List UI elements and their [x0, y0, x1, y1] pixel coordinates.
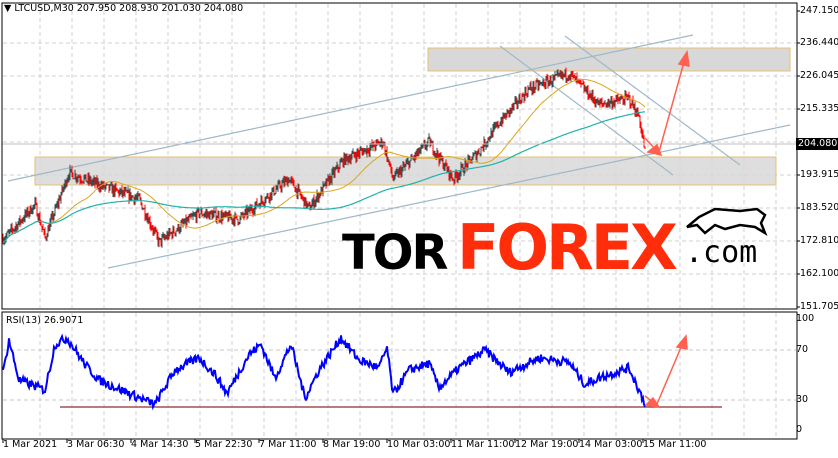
time-tick: 11 Mar 11:00 [451, 439, 515, 450]
low-value: 201.030 [161, 3, 201, 14]
price-tick: 236.440 [800, 37, 838, 48]
rsi-tick: 30 [796, 394, 809, 405]
logo-tor: TOR [342, 225, 449, 281]
rsi-tick: 0 [796, 424, 803, 435]
price-tick: 162.100 [800, 268, 838, 279]
time-tick: 12 Mar 19:00 [515, 439, 579, 450]
symbol-label: LTCUSD,M30 [14, 3, 74, 14]
current-price-label: 204.080 [796, 138, 838, 150]
rsi-tick: 70 [796, 344, 809, 355]
open-value: 207.950 [76, 3, 117, 14]
time-tick: 8 Mar 19:00 [323, 439, 381, 450]
price-tick: 183.520 [800, 202, 838, 213]
rsi-line [2, 333, 646, 411]
price-tick: 226.045 [800, 70, 838, 81]
price-tick: 172.810 [800, 235, 838, 246]
high-value: 208.930 [119, 3, 159, 14]
torforex-logo: TOR FOREX .com [340, 205, 770, 284]
time-tick: 14 Mar 03:00 [579, 439, 643, 450]
time-tick: 3 Mar 06:30 [67, 439, 125, 450]
time-tick: 7 Mar 11:00 [259, 439, 317, 450]
time-tick: 10 Mar 03:00 [387, 439, 451, 450]
dropdown-triangle-icon[interactable]: ▼ [4, 3, 11, 14]
rsi-tick: 100 [796, 313, 815, 324]
time-tick: 4 Mar 14:30 [131, 439, 189, 450]
resistance-zone [427, 47, 791, 72]
time-tick: 1 Mar 2021 [3, 439, 58, 450]
price-tick: 215.335 [800, 103, 838, 114]
rsi-label: RSI(13) 26.9071 [6, 315, 84, 326]
logo-forex: FOREX [457, 211, 678, 284]
close-value: 204.080 [203, 3, 244, 14]
time-tick: 5 Mar 22:30 [195, 439, 253, 450]
forecast-arrow-rsi [644, 334, 688, 409]
logo-dotcom: .com [685, 235, 758, 270]
time-tick: 15 Mar 11:00 [643, 439, 707, 450]
price-tick: 193.915 [800, 169, 838, 180]
price-tick: 151.705 [800, 301, 838, 312]
symbol-header: ▼ LTCUSD,M30 207.950 208.930 201.030 204… [4, 3, 243, 14]
rsi-panel-frame [1, 311, 798, 440]
price-tick: 247.150 [800, 5, 838, 16]
